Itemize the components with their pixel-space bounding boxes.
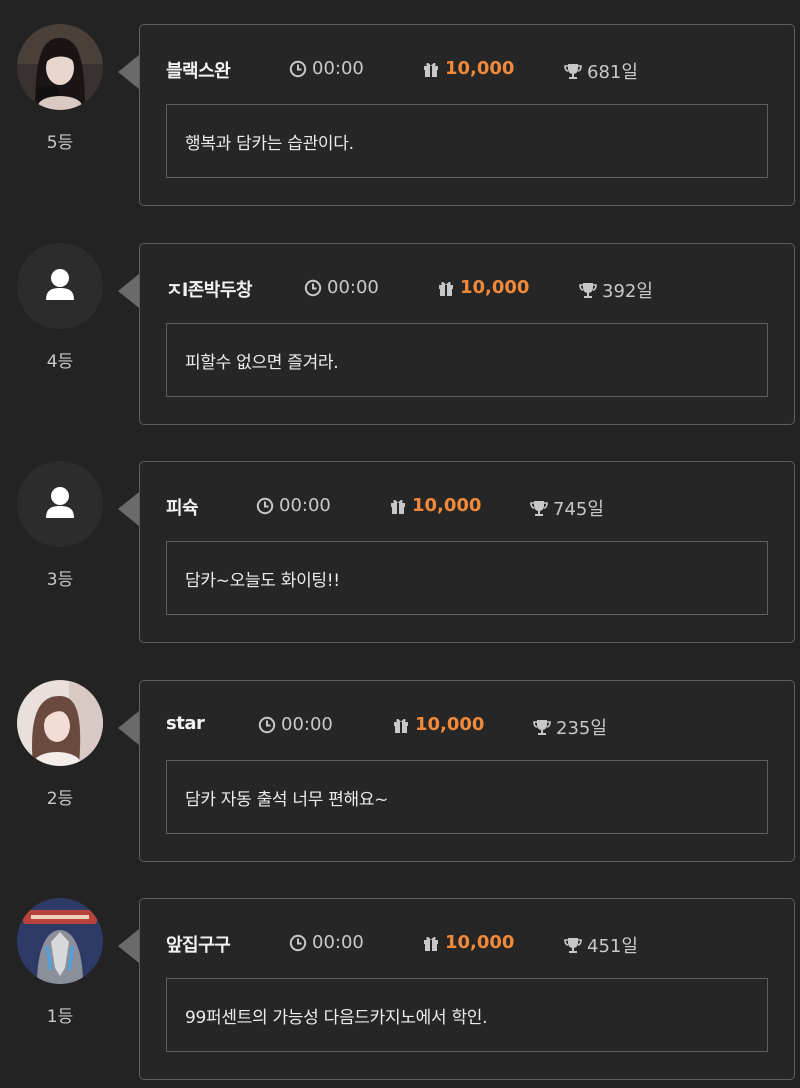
comment-text: 99퍼센트의 가능성 다음드카지노에서 학인. <box>185 1008 488 1028</box>
attendance-card: star 00:00 10,000 235일 담카 자동 출석 너무 편해요~ <box>118 680 795 862</box>
attendance-entry: 2등 star 00:00 10,000 235일 담카 자동 출석 너무 편해… <box>0 680 800 870</box>
days-value: 451일 <box>587 936 638 957</box>
attendance-entry: 5등 블랙스완 00:00 10,000 681일 행복과 담카는 습관이다. <box>0 24 800 214</box>
points-value: 10,000 <box>412 495 482 516</box>
comment-box: 행복과 담카는 습관이다. <box>166 104 768 178</box>
clock-icon <box>289 60 307 77</box>
comment-text: 행복과 담카는 습관이다. <box>185 134 354 154</box>
time-value: 00:00 <box>281 714 333 735</box>
days-value: 235일 <box>556 718 607 739</box>
card-pointer <box>118 929 139 963</box>
entry-meta: 앞집구구 00:00 10,000 451일 <box>166 931 774 959</box>
clock-icon <box>258 716 276 733</box>
attendance-card: 블랙스완 00:00 10,000 681일 행복과 담카는 습관이다. <box>118 24 795 206</box>
attendance-entry: 4등 ㅈl존박두창 00:00 10,000 392일 피할수 없으면 즐겨라. <box>0 243 800 433</box>
days-value: 392일 <box>602 281 653 302</box>
time-value: 00:00 <box>327 277 379 298</box>
gift-icon <box>439 281 453 296</box>
username[interactable]: 피슉 <box>166 494 199 520</box>
gift-icon <box>424 936 438 951</box>
comment-box: 피할수 없으면 즐겨라. <box>166 323 768 397</box>
points-stat: 10,000 <box>392 714 484 735</box>
username[interactable]: star <box>166 713 205 734</box>
time-stat: 00:00 <box>289 58 364 79</box>
card-pointer <box>118 274 139 308</box>
card-pointer <box>118 711 139 745</box>
attendance-entry: 1등 앞집구구 00:00 10,000 451일 99퍼센트의 가능성 다음드… <box>0 898 800 1088</box>
comment-text: 담카~오늘도 화이팅!! <box>185 571 340 591</box>
default-user-icon <box>17 461 103 547</box>
clock-icon <box>289 934 307 951</box>
card-pointer <box>118 492 139 526</box>
user-photo-icon <box>17 24 103 110</box>
trophy-icon <box>564 64 582 79</box>
rank-label: 1등 <box>46 1007 74 1027</box>
time-stat: 00:00 <box>289 932 364 953</box>
user-photo-icon <box>17 680 103 766</box>
gift-icon <box>394 718 408 733</box>
points-value: 10,000 <box>445 932 515 953</box>
streak-stat: 745일 <box>530 495 604 521</box>
user-avatar[interactable] <box>17 24 103 110</box>
streak-stat: 235일 <box>533 714 607 740</box>
rank-label: 4등 <box>46 352 74 372</box>
entry-meta: star 00:00 10,000 235일 <box>166 713 774 741</box>
default-user-icon <box>17 243 103 329</box>
comment-text: 담카 자동 출석 너무 편해요~ <box>185 790 389 810</box>
time-stat: 00:00 <box>256 495 331 516</box>
days-value: 681일 <box>587 62 638 83</box>
user-avatar[interactable] <box>17 898 103 984</box>
streak-stat: 451일 <box>564 932 638 958</box>
user-avatar[interactable] <box>17 461 103 547</box>
time-stat: 00:00 <box>258 714 333 735</box>
username[interactable]: 블랙스완 <box>166 57 231 83</box>
streak-stat: 681일 <box>564 58 638 84</box>
comment-box: 담카 자동 출석 너무 편해요~ <box>166 760 768 834</box>
attendance-entry: 3등 피슉 00:00 10,000 745일 담카~오늘도 화이팅!! <box>0 461 800 651</box>
rank-label: 3등 <box>46 570 74 590</box>
points-stat: 10,000 <box>422 932 514 953</box>
gift-icon <box>391 499 405 514</box>
entry-meta: ㅈl존박두창 00:00 10,000 392일 <box>166 276 774 304</box>
comment-text: 피할수 없으면 즐겨라. <box>185 353 339 373</box>
comment-box: 99퍼센트의 가능성 다음드카지노에서 학인. <box>166 978 768 1052</box>
trophy-icon <box>533 720 551 735</box>
username[interactable]: ㅈl존박두창 <box>166 276 252 302</box>
points-stat: 10,000 <box>437 277 529 298</box>
points-value: 10,000 <box>415 714 485 735</box>
clock-icon <box>256 497 274 514</box>
attendance-card: ㅈl존박두창 00:00 10,000 392일 피할수 없으면 즐겨라. <box>118 243 795 425</box>
trophy-icon <box>579 283 597 298</box>
points-stat: 10,000 <box>422 58 514 79</box>
time-value: 00:00 <box>312 932 364 953</box>
trophy-icon <box>564 938 582 953</box>
entry-meta: 피슉 00:00 10,000 745일 <box>166 494 774 522</box>
user-avatar[interactable] <box>17 680 103 766</box>
entry-meta: 블랙스완 00:00 10,000 681일 <box>166 57 774 85</box>
time-value: 00:00 <box>279 495 331 516</box>
user-avatar[interactable] <box>17 243 103 329</box>
points-value: 10,000 <box>460 277 530 298</box>
username[interactable]: 앞집구구 <box>166 931 231 957</box>
trophy-icon <box>530 501 548 516</box>
attendance-list: 5등 블랙스완 00:00 10,000 681일 행복과 담카는 습관이다. … <box>0 0 800 1080</box>
attendance-card: 피슉 00:00 10,000 745일 담카~오늘도 화이팅!! <box>118 461 795 643</box>
card-pointer <box>118 55 139 89</box>
comment-box: 담카~오늘도 화이팅!! <box>166 541 768 615</box>
attendance-card: 앞집구구 00:00 10,000 451일 99퍼센트의 가능성 다음드카지노… <box>118 898 795 1080</box>
gift-icon <box>424 62 438 77</box>
cartoon-avatar-icon <box>17 898 103 984</box>
time-value: 00:00 <box>312 58 364 79</box>
time-stat: 00:00 <box>304 277 379 298</box>
days-value: 745일 <box>553 499 604 520</box>
rank-label: 5등 <box>46 133 74 153</box>
points-stat: 10,000 <box>389 495 481 516</box>
rank-label: 2등 <box>46 789 74 809</box>
clock-icon <box>304 279 322 296</box>
points-value: 10,000 <box>445 58 515 79</box>
streak-stat: 392일 <box>579 277 653 303</box>
